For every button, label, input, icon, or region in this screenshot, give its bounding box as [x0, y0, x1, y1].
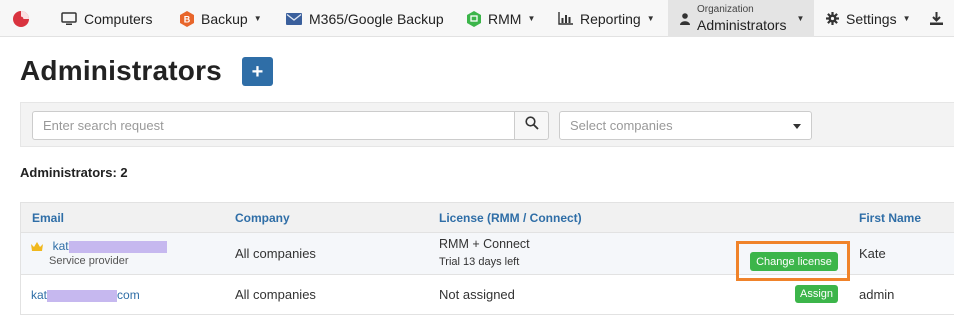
nav-org-small-label: Organization	[697, 4, 754, 15]
chevron-down-icon: ▼	[902, 14, 911, 23]
table-header: Email Company License (RMM / Connect) Fi…	[20, 202, 954, 233]
monitor-icon	[61, 11, 77, 26]
table-row: kat com All companies Not assigned Assign…	[20, 275, 954, 315]
nav-m365-google-backup[interactable]: M365/Google Backup	[286, 0, 444, 37]
company-cell: All companies	[235, 246, 316, 261]
column-header-license[interactable]: License (RMM / Connect)	[439, 211, 582, 225]
email-link[interactable]: kat com	[31, 288, 140, 302]
column-header-email[interactable]: Email	[32, 211, 64, 225]
email-link[interactable]: kat	[53, 239, 167, 253]
nav-backup-label: Backup	[201, 10, 248, 27]
download-icon	[930, 12, 943, 25]
svg-text:B: B	[184, 14, 191, 24]
nav-rmm-label: RMM	[488, 10, 522, 27]
redacted-email	[68, 240, 167, 253]
nav-reporting-label: Reporting	[580, 10, 641, 27]
redacted-email	[47, 289, 118, 302]
app-logo[interactable]	[12, 0, 37, 37]
search-input[interactable]	[32, 111, 515, 140]
chevron-down-icon: ▼	[527, 14, 536, 23]
envelope-icon	[286, 12, 302, 25]
first-name-cell: Kate	[859, 246, 886, 261]
company-cell: All companies	[235, 287, 316, 302]
nav-settings-label: Settings	[846, 10, 897, 27]
filter-bar: Select companies	[20, 102, 954, 147]
nav-settings[interactable]: Settings ▼	[826, 0, 911, 37]
nav-organization[interactable]: Organization Administrators ▼	[668, 0, 814, 37]
backup-icon: B	[180, 10, 194, 27]
nav-org-big-label: Administrators	[697, 17, 787, 33]
search-button[interactable]	[514, 111, 549, 140]
license-cell: Not assigned	[439, 287, 515, 302]
rmm-icon	[467, 10, 481, 27]
role-label: Service provider	[49, 255, 129, 267]
search-icon	[524, 116, 539, 135]
assign-button[interactable]: Assign	[795, 285, 838, 303]
bar-chart-icon	[558, 12, 573, 25]
nav-rmm[interactable]: RMM ▼	[467, 0, 535, 37]
company-select[interactable]: Select companies	[559, 111, 812, 140]
gear-icon	[826, 12, 839, 25]
user-icon	[680, 12, 690, 25]
nav-computers[interactable]: Computers	[61, 0, 152, 37]
nav-download[interactable]	[930, 0, 950, 37]
page-title: Administrators	[20, 55, 222, 86]
nav-backup[interactable]: B Backup ▼	[180, 0, 262, 37]
chevron-down-icon: ▼	[796, 14, 805, 23]
first-name-cell: admin	[859, 287, 895, 302]
add-administrator-button[interactable]: +	[242, 57, 273, 86]
change-license-highlight	[736, 241, 850, 281]
license-cell: RMM + Connect	[439, 237, 530, 251]
nav-m365-label: M365/Google Backup	[309, 10, 444, 27]
column-header-company[interactable]: Company	[235, 211, 290, 225]
crown-icon	[31, 239, 43, 254]
chevron-down-icon: ▼	[646, 14, 655, 23]
caret-down-icon	[793, 124, 801, 129]
administrators-table: Email Company License (RMM / Connect) Fi…	[20, 202, 954, 315]
email-cell: kat	[31, 238, 167, 254]
administrators-count: Administrators: 2	[20, 165, 128, 180]
email-cell: kat com	[31, 287, 140, 302]
nav-computers-label: Computers	[84, 10, 153, 27]
logo-icon	[12, 10, 30, 28]
column-header-first-name[interactable]: First Name	[859, 211, 921, 225]
company-select-placeholder: Select companies	[570, 118, 673, 133]
license-trial-label: Trial 13 days left	[439, 256, 520, 268]
nav-reporting[interactable]: Reporting ▼	[558, 0, 655, 37]
top-navbar: Computers B Backup ▼ M365/Google Backup …	[0, 0, 954, 37]
chevron-down-icon: ▼	[253, 14, 262, 23]
